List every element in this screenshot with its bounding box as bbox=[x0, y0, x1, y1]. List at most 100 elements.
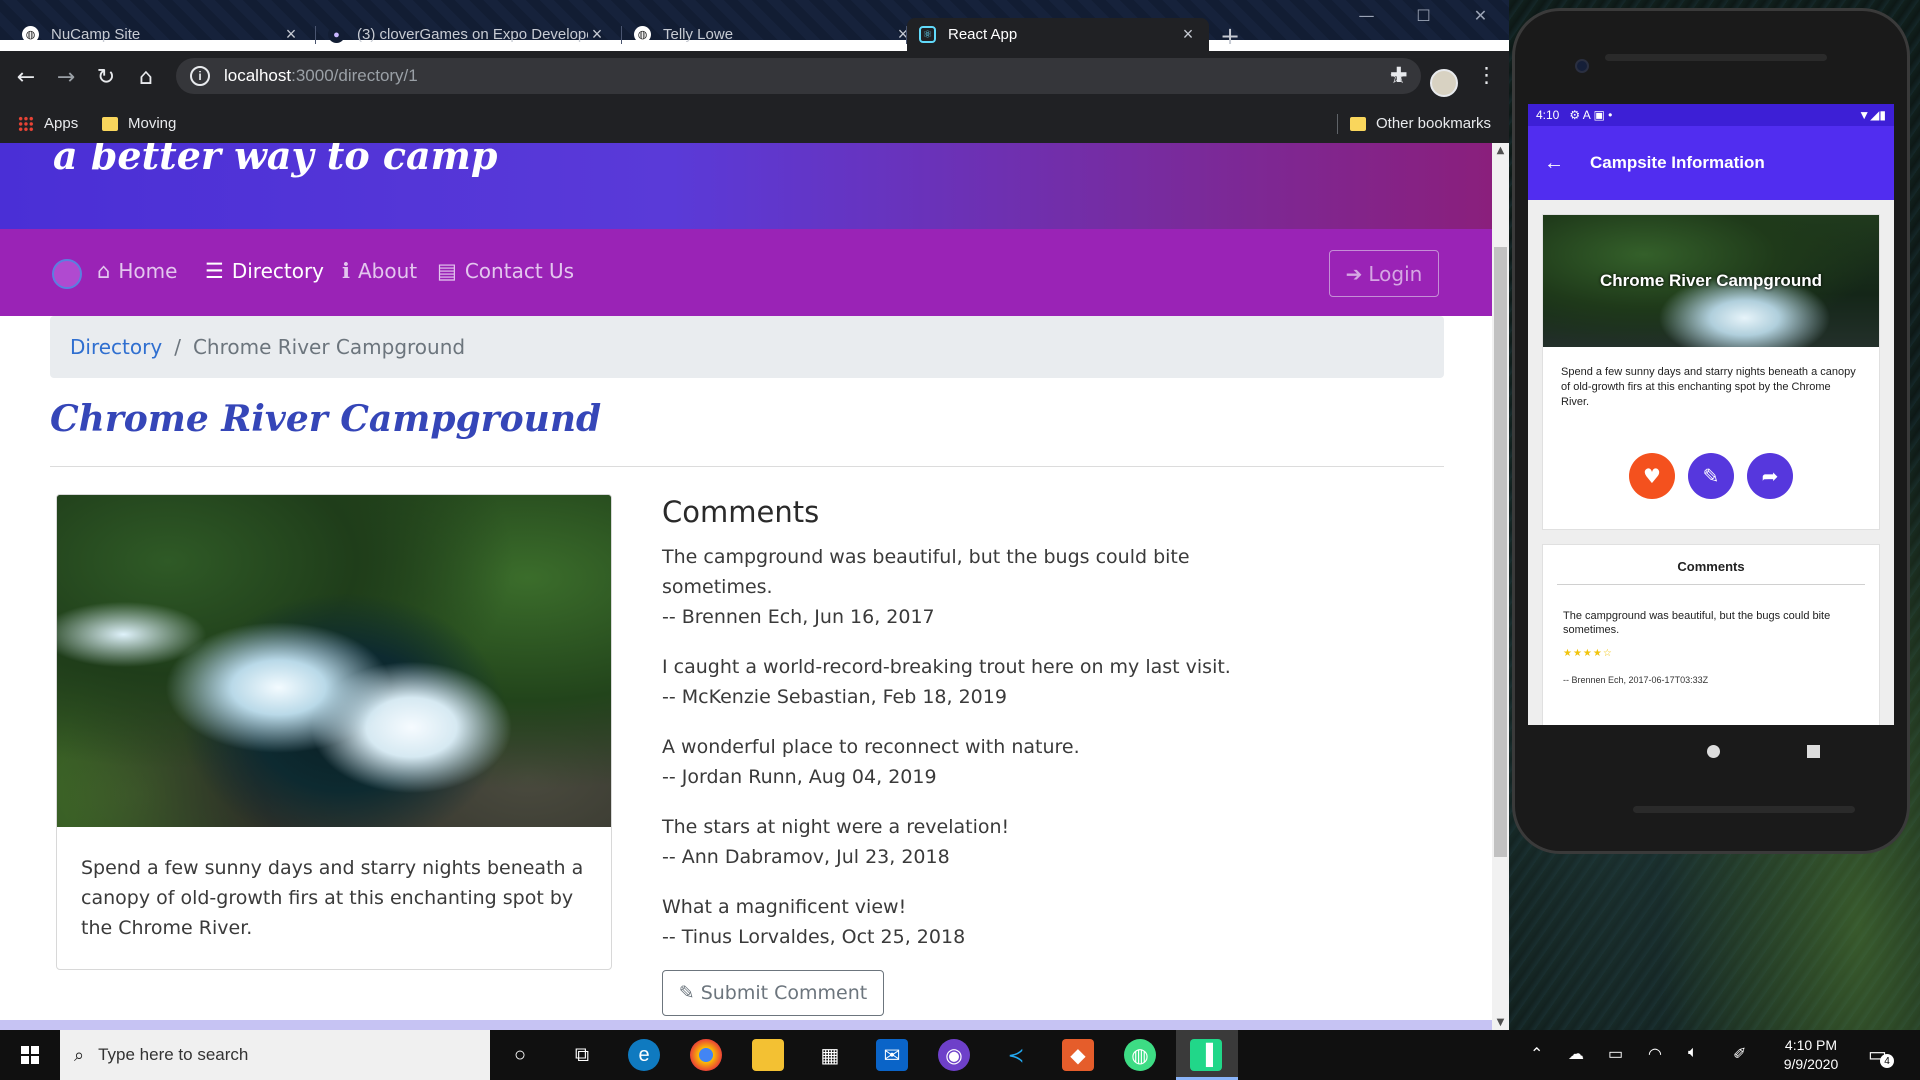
list-icon: ☰ bbox=[205, 259, 224, 283]
pycharm-icon[interactable]: ▐ bbox=[1190, 1039, 1222, 1071]
share-button[interactable]: ➦ bbox=[1747, 453, 1793, 499]
bookmarks-bar: Apps Moving Other bookmarks bbox=[0, 107, 1509, 143]
onedrive-icon[interactable]: ☁ bbox=[1568, 1044, 1584, 1064]
globe-icon: ◍ bbox=[22, 26, 39, 43]
nav-home[interactable]: ⌂ Home bbox=[97, 259, 177, 283]
url-host: localhost bbox=[224, 66, 292, 85]
pencil-icon: ✎ bbox=[678, 982, 695, 1004]
tab-title: (3) cloverGames on Expo Developer bbox=[357, 26, 588, 43]
breadcrumb-directory-link[interactable]: Directory bbox=[70, 335, 162, 359]
comments-section: Comments The campground was beautiful, b… bbox=[662, 494, 1262, 972]
comment-text: I caught a world-record-breaking trout h… bbox=[662, 656, 1231, 678]
github-desktop-icon[interactable]: ◉ bbox=[938, 1039, 970, 1071]
menu-kebab-icon[interactable]: ⋮ bbox=[1476, 63, 1497, 87]
tab-telly-lowe[interactable]: ◍ Telly Lowe × bbox=[621, 18, 924, 51]
vscode-icon[interactable]: ≺ bbox=[1000, 1039, 1032, 1071]
close-tab-icon[interactable]: × bbox=[588, 24, 606, 45]
pencil-icon: ✎ bbox=[1702, 464, 1720, 488]
profile-avatar[interactable] bbox=[1430, 69, 1458, 97]
bookmark-label: Other bookmarks bbox=[1376, 115, 1492, 132]
nucamp-logo[interactable] bbox=[52, 259, 82, 289]
edit-button[interactable]: ✎ bbox=[1688, 453, 1734, 499]
tab-strip: ◍ NuCamp Site × ● (3) cloverGames on Exp… bbox=[0, 0, 1509, 51]
android-studio-icon[interactable]: ◍ bbox=[1124, 1039, 1156, 1071]
scroll-down-icon[interactable]: ▼ bbox=[1492, 1017, 1509, 1028]
other-bookmarks[interactable]: Other bookmarks bbox=[1350, 115, 1491, 132]
forward-icon[interactable]: → bbox=[52, 65, 80, 90]
bookmark-apps[interactable]: Apps bbox=[18, 115, 78, 132]
cortana-icon[interactable]: ○ bbox=[504, 1039, 536, 1071]
wifi-icon[interactable]: ◠ bbox=[1648, 1044, 1662, 1064]
scroll-up-icon[interactable]: ▲ bbox=[1492, 145, 1509, 156]
sourcetree-icon[interactable]: ◆ bbox=[1062, 1039, 1094, 1071]
site-info-icon[interactable]: i bbox=[190, 66, 210, 86]
home-browser-icon[interactable]: ⌂ bbox=[132, 65, 160, 90]
comment-item: What a magnificent view! -- Tinus Lorval… bbox=[662, 892, 1262, 952]
phone-speaker bbox=[1605, 54, 1827, 61]
comment-byline: -- Ann Dabramov, Jul 23, 2018 bbox=[662, 846, 950, 868]
maximize-icon[interactable]: ☐ bbox=[1395, 6, 1452, 25]
jumbotron: a better way to camp bbox=[0, 143, 1492, 229]
address-bar[interactable]: i localhost:3000/directory/1 ☆ bbox=[176, 58, 1421, 94]
volume-icon[interactable]: 🔈︎ bbox=[1688, 1044, 1698, 1062]
android-home-button[interactable] bbox=[1707, 745, 1720, 758]
android-recents-button[interactable] bbox=[1807, 745, 1820, 758]
taskbar-clock[interactable]: 4:10 PM 9/9/2020 bbox=[1765, 1036, 1857, 1074]
phone-chin bbox=[1633, 806, 1855, 813]
close-tab-icon[interactable]: × bbox=[282, 24, 300, 45]
apps-grid-icon bbox=[18, 115, 34, 132]
login-button[interactable]: ➔ Login bbox=[1329, 250, 1439, 297]
back-icon[interactable]: ← bbox=[12, 65, 40, 90]
chrome-icon[interactable] bbox=[690, 1039, 722, 1071]
scrollbar-thumb[interactable] bbox=[1494, 247, 1507, 857]
new-tab-button[interactable]: + bbox=[1220, 22, 1240, 50]
footer-strip bbox=[0, 1020, 1492, 1030]
pen-icon[interactable]: ✐ bbox=[1733, 1044, 1746, 1064]
comment-item: The stars at night were a revelation! --… bbox=[662, 812, 1262, 872]
bookmark-moving[interactable]: Moving bbox=[102, 115, 176, 132]
app-title: Campsite Information bbox=[1590, 153, 1765, 172]
file-explorer-icon[interactable] bbox=[752, 1039, 784, 1071]
star-rating-icon: ★★★★☆ bbox=[1563, 648, 1613, 659]
comment-item: I caught a world-record-breaking trout h… bbox=[662, 652, 1262, 712]
chrome-browser-window: ◍ NuCamp Site × ● (3) cloverGames on Exp… bbox=[0, 0, 1509, 1030]
mail-icon[interactable]: ✉ bbox=[876, 1039, 908, 1071]
front-camera bbox=[1575, 59, 1589, 73]
battery-icon[interactable]: ▭ bbox=[1608, 1044, 1623, 1064]
tab-expo[interactable]: ● (3) cloverGames on Expo Developer × bbox=[315, 18, 618, 51]
tray-chevron-icon[interactable]: ⌃ bbox=[1530, 1044, 1543, 1064]
page-title: Chrome River Campground bbox=[50, 398, 602, 440]
taskbar-search[interactable]: ⌕ Type here to search bbox=[60, 1030, 490, 1080]
submit-comment-button[interactable]: ✎ Submit Comment bbox=[662, 970, 884, 1016]
site-navbar: ⌂ Home ☰ Directory ℹ About ▤ Contact Us … bbox=[0, 229, 1492, 316]
mobile-comment-byline: -- Brennen Ech, 2017-06-17T03:33Z bbox=[1563, 675, 1709, 685]
tab-title: Telly Lowe bbox=[663, 26, 734, 43]
minimize-icon[interactable]: — bbox=[1338, 6, 1395, 25]
close-tab-icon[interactable]: × bbox=[1179, 24, 1197, 45]
store-icon[interactable]: ▦ bbox=[814, 1039, 846, 1071]
search-icon: ⌕ bbox=[74, 1044, 85, 1065]
nav-about[interactable]: ℹ About bbox=[342, 259, 417, 283]
reload-icon[interactable]: ↻ bbox=[92, 65, 120, 90]
page-scrollbar[interactable]: ▲ ▼ bbox=[1492, 143, 1509, 1030]
search-placeholder: Type here to search bbox=[98, 1045, 249, 1064]
android-status-bar: 4:10 ⚙ A ▣ • ▼◢▮ bbox=[1528, 104, 1894, 126]
comment-item: The campground was beautiful, but the bu… bbox=[662, 542, 1262, 632]
action-center-icon[interactable]: ▭ 4 bbox=[1868, 1042, 1894, 1068]
tab-react-app[interactable]: ⚛ React App × bbox=[906, 18, 1209, 51]
tab-nucamp[interactable]: ◍ NuCamp Site × bbox=[10, 18, 312, 51]
favorite-button[interactable]: ♥ bbox=[1629, 453, 1675, 499]
close-window-icon[interactable]: ✕ bbox=[1452, 6, 1509, 25]
mobile-campsite-card: Chrome River Campground Spend a few sunn… bbox=[1542, 214, 1880, 530]
extensions-icon[interactable]: ✚ bbox=[1390, 63, 1408, 87]
task-view-icon[interactable]: ⧉ bbox=[566, 1039, 598, 1071]
comment-byline: -- Brennen Ech, Jun 16, 2017 bbox=[662, 606, 935, 628]
nav-directory[interactable]: ☰ Directory bbox=[205, 259, 324, 283]
start-button[interactable] bbox=[0, 1030, 60, 1080]
comment-item: A wonderful place to reconnect with natu… bbox=[662, 732, 1262, 792]
nav-contact[interactable]: ▤ Contact Us bbox=[437, 259, 574, 283]
submit-label: Submit Comment bbox=[700, 982, 868, 1004]
bookmark-label: Apps bbox=[44, 115, 79, 132]
back-arrow-icon[interactable]: ← bbox=[1544, 152, 1564, 175]
edge-icon[interactable]: e bbox=[628, 1039, 660, 1071]
